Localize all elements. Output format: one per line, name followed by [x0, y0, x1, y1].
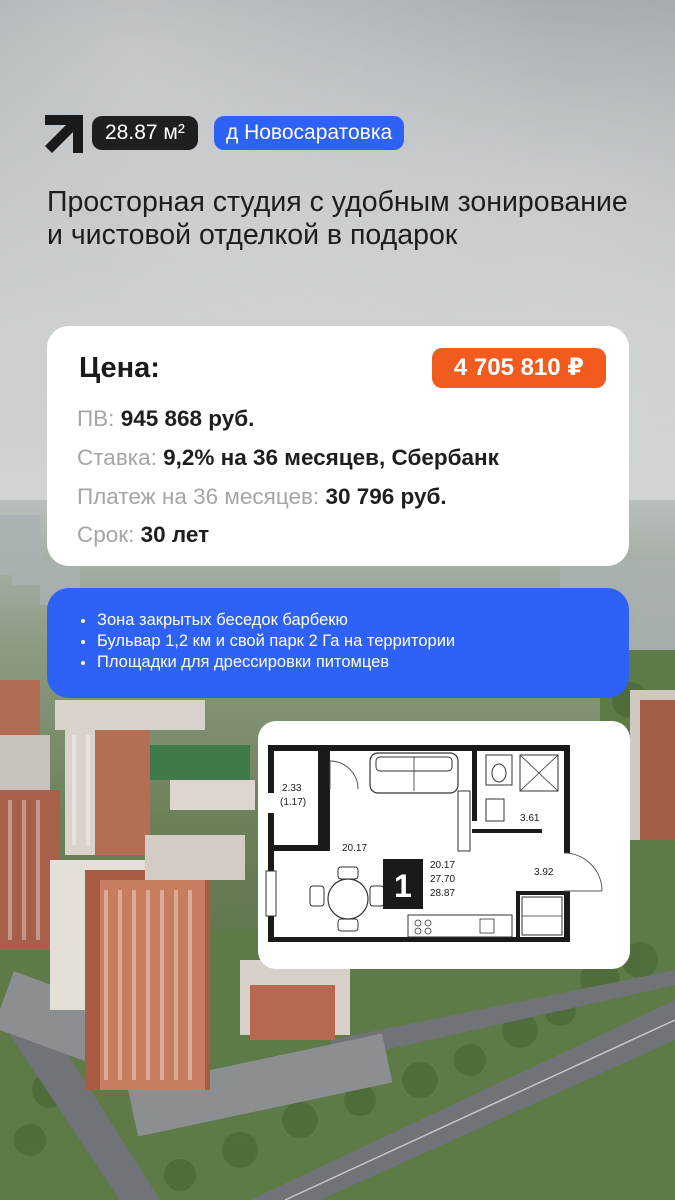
feature-item: Площадки для дрессировки питомцев [81, 652, 629, 673]
living-area-value: 20.17 [430, 860, 455, 871]
payment-key: Платеж на 36 месяцев: [77, 484, 320, 509]
down-payment-key: ПВ: [77, 406, 115, 431]
total-area-value: 28.87 [430, 888, 455, 899]
term-key: Срок: [77, 522, 135, 547]
price-card: Цена: 4 705 810 ₽ ПВ: 945 868 руб. Ставк… [47, 326, 629, 566]
rate-key: Ставка: [77, 445, 157, 470]
balcony-area-sub-label: (1.17) [280, 797, 306, 808]
floor-plan-card[interactable]: 2.33 (1.17) 3.61 20.17 3.92 1 20.17 27.7… [258, 721, 630, 969]
price-label: Цена: [79, 352, 160, 384]
rate-value: 9,2% на 36 месяцев, Сбербанк [163, 445, 499, 470]
down-payment-row: ПВ: 945 868 руб. [77, 406, 254, 432]
living-total-value: 27.70 [430, 874, 455, 885]
feature-item: Зона закрытых беседок барбекю [81, 610, 629, 631]
balcony-area-label: 2.33 [282, 783, 302, 794]
payment-row: Платеж на 36 месяцев: 30 796 руб. [77, 484, 447, 510]
page-title: Просторная студия с удобным зонирование … [47, 186, 628, 251]
area-badge: 28.87 м² [92, 116, 198, 150]
floor-plan: 2.33 (1.17) 3.61 20.17 3.92 1 20.17 27.7… [265, 745, 603, 942]
term-row: Срок: 30 лет [77, 522, 209, 548]
down-payment-value: 945 868 руб. [120, 406, 255, 431]
price-badge: 4 705 810 ₽ [431, 348, 606, 388]
payment-value: 30 796 руб. [325, 484, 447, 509]
feature-item: Бульвар 1,2 км и свой парк 2 Га на терри… [81, 631, 629, 652]
features-card: Зона закрытых беседок барбекю Бульвар 1,… [47, 588, 629, 698]
room-count: 1 [394, 868, 412, 904]
living-area-label: 20.17 [342, 843, 367, 854]
term-value: 30 лет [140, 522, 210, 547]
brand-logo-icon [45, 115, 83, 153]
location-badge[interactable]: д Новосаратовка [214, 116, 405, 150]
bath-area-label: 3.61 [520, 813, 540, 824]
features-list: Зона закрытых беседок барбекю Бульвар 1,… [81, 610, 629, 673]
hall-area-label: 3.92 [534, 867, 554, 878]
rate-row: Ставка: 9,2% на 36 месяцев, Сбербанк [77, 445, 499, 471]
